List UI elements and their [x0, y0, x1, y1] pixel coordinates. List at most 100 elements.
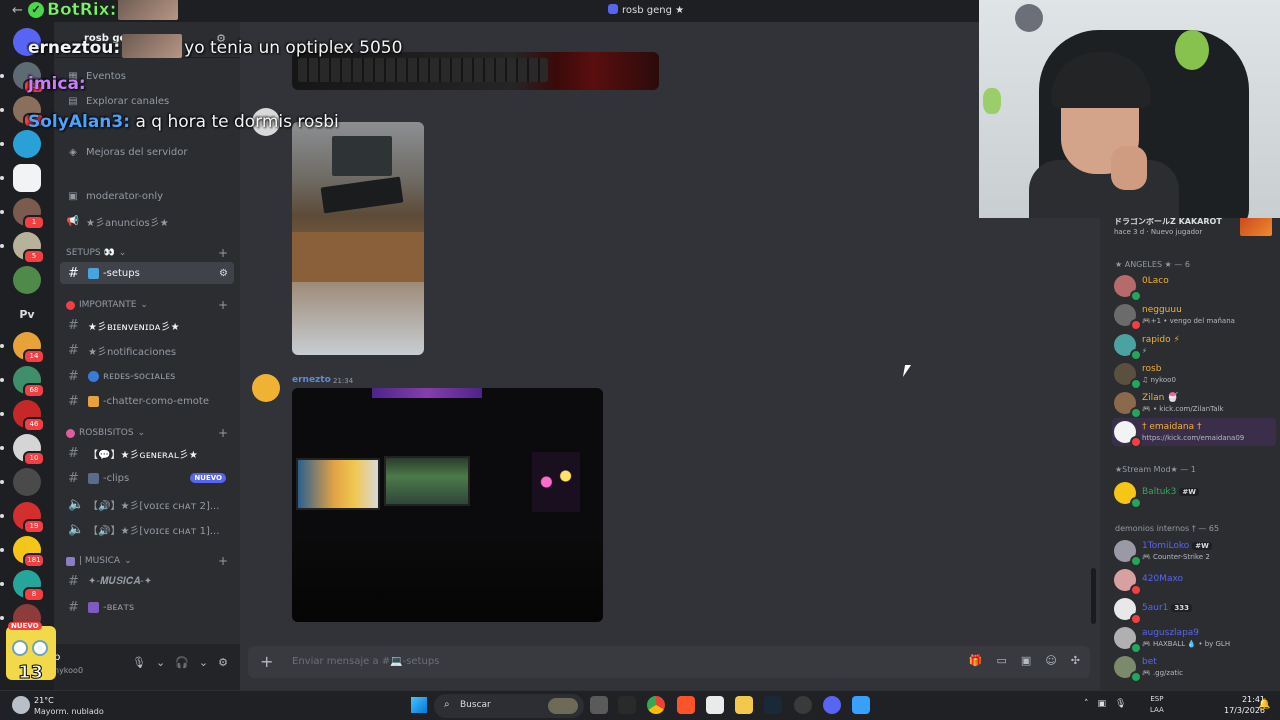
task-view-icon[interactable] — [590, 696, 608, 714]
message-composer[interactable]: + Enviar mensaje a #💻-setups 🎁 ▭ ▣ ☺ ✣ — [248, 646, 1090, 678]
epic-games-icon[interactable] — [618, 696, 636, 714]
member-item[interactable]: bet 🎮 .gg/zatic — [1112, 653, 1276, 683]
server-icon[interactable]: 1 — [0, 198, 45, 230]
member-item[interactable]: negguuu 🎮+1 • vengo del mañana — [1112, 301, 1276, 331]
server-icon[interactable]: 68 — [0, 366, 45, 398]
attachment-image[interactable] — [292, 52, 659, 90]
server-icon[interactable]: 19 — [0, 502, 45, 534]
channel-beats[interactable]: # -ʙᴇᴀᴛs — [60, 596, 234, 618]
member-item[interactable]: † emaidana † https://kick.com/emaidana09 — [1112, 418, 1276, 448]
channel-anuncios[interactable]: 📢 ★彡anuncios彡★ — [66, 211, 169, 231]
notepad-icon[interactable] — [852, 696, 870, 714]
member-item[interactable]: rosb ♫ nykoo0 — [1112, 360, 1276, 390]
mention-badge: 181 — [23, 553, 45, 568]
folder-icon[interactable] — [735, 696, 753, 714]
chevron-up-icon[interactable]: ˄ — [1084, 699, 1089, 709]
server-pv[interactable]: Pv — [13, 300, 41, 328]
hash-icon: # — [68, 445, 79, 461]
add-attachment-icon[interactable]: + — [260, 652, 273, 671]
channel-notificaciones[interactable]: # ★彡notificaciones — [60, 339, 234, 361]
taskbar-search[interactable]: ⌕ Buscar — [434, 694, 584, 718]
windows-taskbar: 21°C Mayorm. nublado ⌕ Buscar ˄ ▣ 🎙 ESP L… — [0, 690, 1280, 720]
nav-events[interactable]: ▦ Eventos — [66, 66, 126, 86]
channel-moderator-only[interactable]: ▣ moderator-only — [66, 186, 163, 206]
server-icon[interactable] — [0, 164, 41, 192]
add-channel-icon[interactable]: + — [218, 246, 228, 260]
server-icon[interactable]: 8 — [0, 570, 45, 602]
server-icon[interactable]: 5 — [0, 232, 45, 264]
sticker-icon[interactable]: ▣ — [1021, 654, 1031, 667]
channel-general[interactable]: # 【💬】★彡ɢᴇɴᴇʀᴀʟ彡★ — [60, 442, 234, 464]
category-importante[interactable]: IMPORTANTE ⌄ + — [66, 298, 228, 312]
attachment-image[interactable] — [292, 388, 603, 622]
windows-start-icon[interactable] — [411, 697, 427, 713]
chevron-down-icon[interactable]: ⌄ — [156, 656, 165, 669]
gear-icon[interactable]: ⚙ — [218, 656, 228, 669]
server-icon[interactable] — [0, 130, 41, 158]
member-item[interactable]: 420Maxo — [1112, 566, 1276, 596]
steam-icon[interactable] — [764, 696, 782, 714]
member-item[interactable]: Baltuk3 #W — [1112, 479, 1276, 509]
channel-musica[interactable]: # ✦-𝑴𝑼𝑺𝑰𝑪𝑨-✦ — [60, 570, 234, 592]
member-item[interactable]: auguszlapa9 🎮 HAXBALL 💧 • by GLH — [1112, 624, 1276, 654]
activity-entry[interactable]: ドラゴンボールZ KAKAROT hace 3 d · Nuevo jugado… — [1112, 214, 1272, 242]
weather-widget[interactable]: 21°C Mayorm. nublado — [10, 693, 120, 719]
add-channel-icon[interactable]: + — [218, 426, 228, 440]
message-input[interactable]: Enviar mensaje a #💻-setups — [292, 656, 439, 667]
member-item[interactable]: 5aur1 333 — [1112, 595, 1276, 625]
avatar[interactable] — [252, 374, 280, 402]
category-rosbisitos[interactable]: ROSBISITOS ⌄ + — [66, 426, 228, 440]
obs-icon[interactable] — [794, 696, 812, 714]
category-musica[interactable]: | MUSICA ⌄ + — [66, 554, 228, 568]
chrome-icon[interactable] — [647, 696, 665, 714]
message-author[interactable]: ernezto — [292, 375, 331, 385]
brave-icon[interactable] — [677, 696, 695, 714]
member-item[interactable]: Zilan 🍧 🎮 • kick.com/ZilanTalk — [1112, 389, 1276, 419]
nav-server-boosts[interactable]: ◈ Mejoras del servidor — [66, 142, 187, 162]
channel-redes-sociales[interactable]: # ʀᴇᴅᴇs-sᴏᴄɪᴀʟᴇs — [60, 365, 234, 387]
headphones-icon[interactable]: 🎧 — [175, 656, 189, 669]
add-channel-icon[interactable]: + — [218, 554, 228, 568]
chat-scrollbar[interactable] — [1091, 568, 1096, 624]
store-icon[interactable] — [706, 696, 724, 714]
nav-browse-channels[interactable]: ▤ Explorar canales — [66, 91, 169, 111]
notification-bell-icon[interactable]: 🔔 — [1258, 699, 1270, 710]
server-icon[interactable]: 14 — [0, 332, 45, 364]
server-icon[interactable]: 10 — [0, 434, 45, 466]
emoji-icon[interactable]: ☺ — [1045, 654, 1056, 667]
server-icon[interactable]: 181 — [0, 536, 45, 568]
server-icon[interactable]: 1 — [0, 62, 45, 94]
member-item[interactable]: 1TomiLoko #W 🎮 Counter-Strike 2 — [1112, 537, 1276, 567]
gift-icon[interactable]: 🎁 — [969, 654, 983, 667]
server-icon[interactable] — [0, 468, 41, 496]
microphone-icon[interactable]: 🎙 — [132, 656, 146, 669]
server-icon[interactable]: 46 — [0, 400, 45, 432]
apps-icon[interactable]: ✣ — [1071, 654, 1080, 667]
microphone-icon[interactable]: 🎙 — [1115, 699, 1126, 709]
channel-setups[interactable]: # -setups ⚙ — [60, 262, 234, 284]
channel-settings-icon[interactable]: ⚙ — [219, 268, 228, 279]
member-item[interactable]: 0Laco — [1112, 272, 1276, 302]
channel-clips[interactable]: # -clips NUEVO — [60, 467, 234, 489]
invite-icon[interactable]: ⚙ — [216, 32, 226, 45]
avatar[interactable] — [252, 108, 280, 136]
back-arrow-icon[interactable]: ← — [12, 3, 23, 18]
mouse-cursor-icon — [902, 365, 912, 377]
member-item[interactable]: rapido ⚡ ⚡ — [1112, 331, 1276, 361]
tray-app-icon[interactable]: ▣ — [1098, 699, 1107, 709]
chevron-down-icon[interactable]: ⌄ — [199, 656, 208, 669]
gif-icon[interactable]: ▭ — [997, 654, 1007, 667]
home-icon[interactable] — [13, 28, 41, 56]
language-indicator[interactable]: ESP LAA — [1150, 694, 1164, 716]
channel-voice-chat-2[interactable]: 🔈 【🔊】★彡[ᴠᴏɪᴄᴇ ᴄʜᴀᴛ 2]... — [60, 493, 234, 515]
server-header[interactable]: rosb geng ⚙ — [54, 22, 240, 58]
channel-chatter-como-emote[interactable]: # -chatter-como-emote — [60, 390, 234, 412]
server-icon[interactable]: 1 — [0, 96, 45, 128]
channel-voice-chat-1[interactable]: 🔈 【🔊】★彡[ᴠᴏɪᴄᴇ ᴄʜᴀᴛ 1]... — [60, 518, 234, 540]
attachment-image[interactable] — [292, 122, 424, 355]
add-channel-icon[interactable]: + — [218, 298, 228, 312]
channel-bienvenida[interactable]: # ★彡ʙɪᴇɴᴠᴇɴɪᴅᴀ彡★ — [60, 314, 234, 336]
discord-icon[interactable] — [823, 696, 841, 714]
server-icon[interactable] — [13, 266, 41, 294]
category-setups[interactable]: SETUPS 👀 ⌄ + — [66, 246, 228, 260]
